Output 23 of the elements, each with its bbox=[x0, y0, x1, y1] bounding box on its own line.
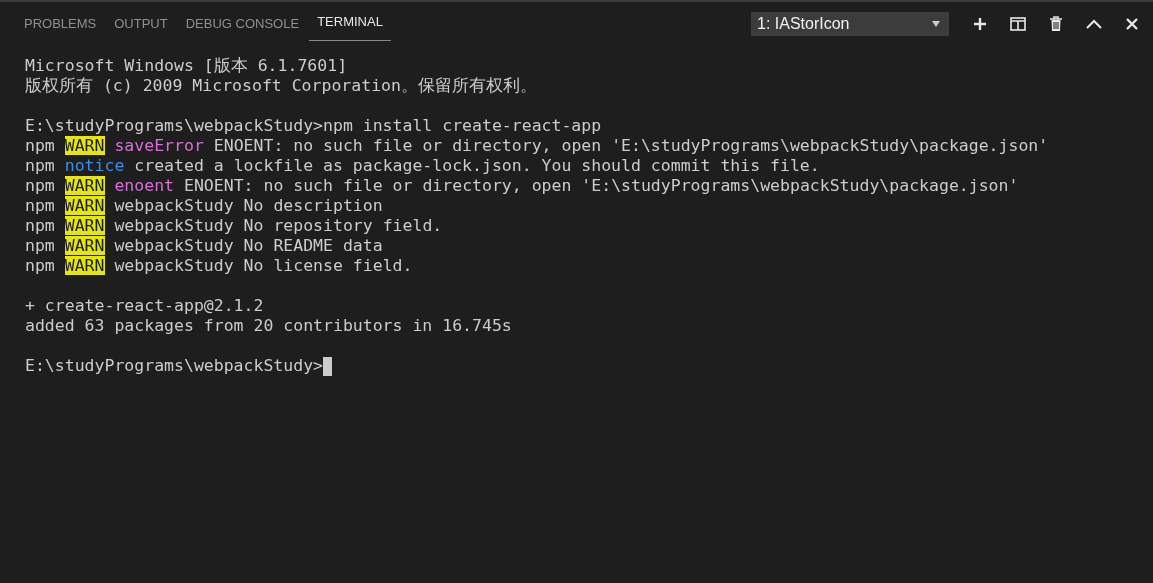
terminal-line: npm WARN webpackStudy No README data bbox=[25, 236, 383, 256]
caret-icon bbox=[932, 20, 940, 27]
terminal-line: E:\studyPrograms\webpackStudy> bbox=[25, 356, 323, 376]
panel-tab[interactable]: TERMINAL bbox=[309, 2, 391, 41]
terminal-line: npm WARN webpackStudy No description bbox=[25, 196, 383, 216]
terminal-line: + create-react-app@2.1.2 bbox=[25, 296, 264, 316]
add-icon[interactable] bbox=[973, 16, 987, 31]
terminal-line: npm WARN saveError ENOENT: no such file or directory, open 'E:\studyPrograms\webpackStudy\package.json' bbox=[25, 136, 1049, 156]
panel-tab[interactable]: OUTPUT bbox=[106, 2, 176, 45]
panel-tab[interactable]: PROBLEMS bbox=[16, 2, 105, 45]
terminal-line: E:\studyPrograms\webpackStudy>npm install create-react-app bbox=[25, 116, 602, 136]
terminal-line: Microsoft Windows [版本 6.1.7601] bbox=[25, 56, 348, 76]
terminal-dropdown[interactable]: 1: IAStorIcon bbox=[751, 11, 949, 36]
terminal-line: npm WARN enoent ENOENT: no such file or directory, open 'E:\studyPrograms\webpackStudy\package.json' bbox=[25, 176, 1019, 196]
panel-tab[interactable]: DEBUG CONSOLE bbox=[177, 2, 308, 45]
split-icon[interactable] bbox=[1010, 15, 1026, 32]
terminal-line: npm notice created a lockfile as package-lock.json. You should commit this file. bbox=[25, 156, 820, 176]
terminal-line: npm WARN webpackStudy No repository field. bbox=[25, 216, 443, 236]
terminal-line: added 63 packages from 20 contributors in 16.745s bbox=[25, 316, 512, 336]
terminal-line: npm WARN webpackStudy No license field. bbox=[25, 256, 413, 276]
trash-icon[interactable] bbox=[1049, 15, 1063, 32]
close-icon[interactable] bbox=[1125, 16, 1139, 31]
terminal-line: 版权所有 (c) 2009 Microsoft Corporation。保留所有权利。 bbox=[25, 76, 537, 96]
